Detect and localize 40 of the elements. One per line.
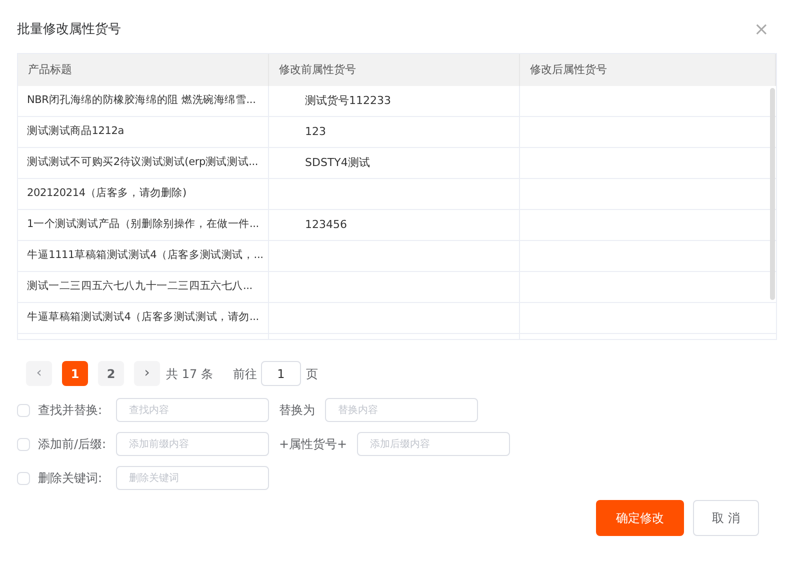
- checkbox[interactable]: [17, 472, 30, 484]
- table-cell: SDSTY4测试: [269, 148, 520, 178]
- goto-label: 前往: [232, 366, 257, 382]
- table-cell: 测试测试不可购买2待议测试测试(erp测试测试...: [18, 148, 269, 178]
- table-cell: 123: [269, 117, 520, 147]
- page-input[interactable]: 1: [260, 361, 301, 386]
- input-field[interactable]: 删除关键词: [116, 466, 269, 490]
- page-button[interactable]: 2: [98, 361, 124, 386]
- table-cell: 1一个测试测试产品（别删除别操作，在做一件...: [18, 210, 269, 240]
- confirm-button[interactable]: 确定修改: [596, 500, 684, 536]
- next-page-button[interactable]: ›: [134, 361, 160, 386]
- previous-page-button[interactable]: ‹: [26, 361, 52, 386]
- checkbox[interactable]: [17, 438, 30, 450]
- dialog-title: 批量修改属性货号: [17, 20, 121, 39]
- page-suffix: 页: [306, 366, 318, 382]
- table-cell: 测试测试商品1212a: [18, 117, 269, 147]
- checkbox[interactable]: [17, 404, 30, 416]
- cancel-button[interactable]: 取 消: [693, 500, 759, 536]
- option-label: 替换为: [279, 402, 315, 419]
- input-field[interactable]: 查找内容: [116, 398, 269, 422]
- table-cell: 123456: [269, 210, 520, 240]
- table-cell: 测试货号112233: [269, 86, 520, 116]
- option-label: +属性货号+: [279, 436, 348, 453]
- column-header: 产品标题: [18, 54, 269, 86]
- page-button[interactable]: 1: [62, 361, 88, 386]
- total-count: 共 17 条: [166, 366, 213, 382]
- column-header: 修改后属性货号: [520, 54, 776, 86]
- input-field[interactable]: 添加后缀内容: [357, 432, 510, 456]
- table-cell: NBR闭孔海绵的防橡胶海绵的阻 燃洗碗海绵雪...: [18, 86, 269, 116]
- table-cell: 牛逼草稿箱测试测试4（店客多测试测试，请勿...: [18, 303, 269, 333]
- option-label: 添加前/后缀:: [38, 436, 108, 453]
- option-label: 删除关键词:: [38, 470, 104, 487]
- table-cell: 测试一二三四五六七八九十一二三四五六七八...: [18, 272, 269, 302]
- input-field[interactable]: 替换内容: [325, 398, 478, 422]
- scrollbar[interactable]: [770, 88, 775, 300]
- column-header: 修改前属性货号: [269, 54, 520, 86]
- table-cell: 牛逼1111草稿箱测试测试4（店客多测试测试，...: [18, 241, 269, 271]
- input-field[interactable]: 添加前缀内容: [116, 432, 269, 456]
- option-label: 查找并替换:: [38, 402, 104, 419]
- table-cell: 202120214（店客多，请勿删除): [18, 179, 269, 209]
